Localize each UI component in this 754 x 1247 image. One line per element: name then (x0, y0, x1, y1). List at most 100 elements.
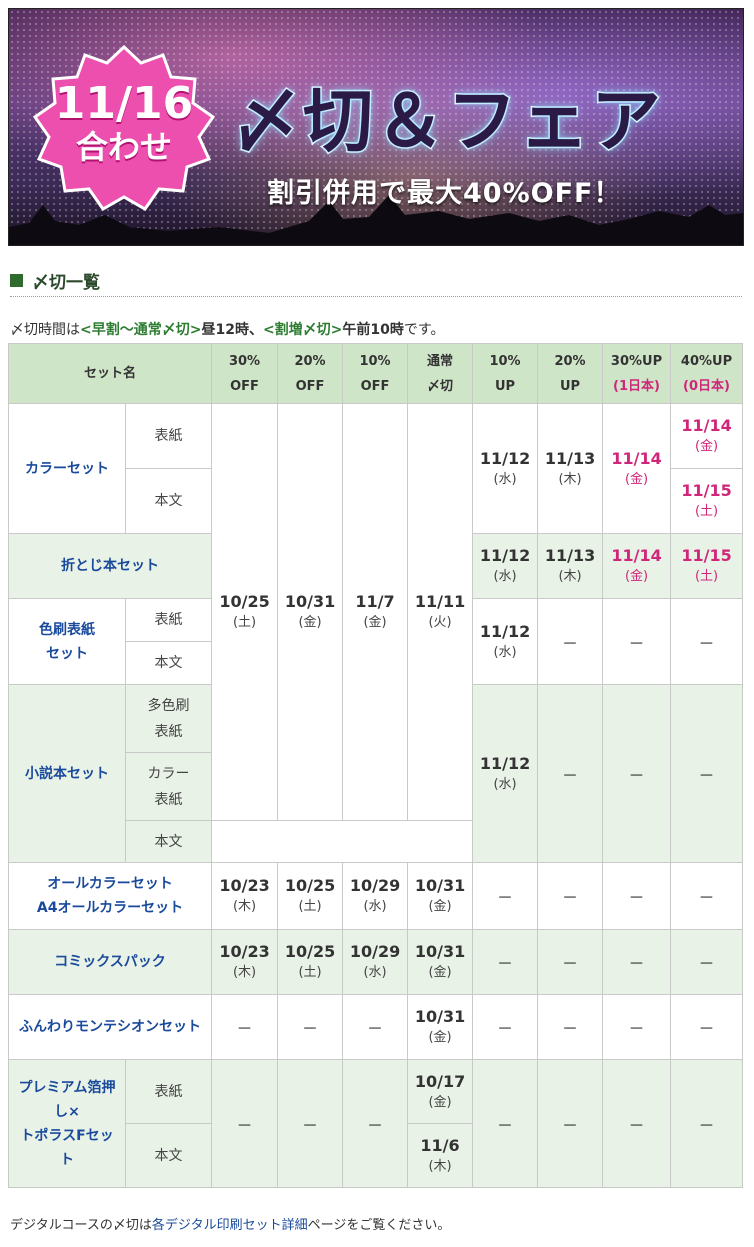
set-name-color: カラーセット (8, 403, 126, 534)
date-cell: 11/14 (金) (602, 403, 672, 534)
note-extra-label: <割増〆切> (262, 322, 343, 338)
date-cell: 11/13 (木) (537, 403, 604, 534)
date-badge: 11/16 合わせ (31, 78, 217, 167)
part-label: 多色刷 表紙 (124, 684, 213, 753)
col-header-20up: 20% UP (537, 343, 604, 404)
dash-cell: － (537, 929, 604, 995)
dash-cell: － (537, 994, 604, 1060)
date-cell: 10/25 (土) (277, 929, 344, 995)
badge-subtext: 合わせ (75, 128, 172, 167)
section-title: 〆切一覧 (32, 273, 100, 293)
note-prefix: 〆切時間は (10, 322, 80, 338)
col-header-normal: 通常 〆切 (407, 343, 474, 404)
shared-20off-cell: 10/31 (金) (277, 403, 344, 821)
fair-banner[interactable]: 11/16 合わせ 〆切＆フェア 割引併用で最大40%OFF！ (8, 8, 744, 246)
dash-cell: － (602, 929, 672, 995)
part-label: 表紙 (124, 403, 213, 469)
date-cell: 10/31 (金) (407, 862, 474, 930)
col-header-30off: 30% OFF (211, 343, 279, 404)
dash-cell: － (537, 1059, 604, 1188)
dash-cell: － (602, 862, 672, 930)
dash-cell: － (670, 862, 744, 930)
badge-date: 11/16 (54, 78, 194, 129)
dash-cell: － (670, 994, 744, 1060)
dash-cell: － (342, 1059, 409, 1188)
section-heading: 〆切一覧 (10, 266, 742, 297)
dash-cell: － (277, 994, 344, 1060)
dash-cell: － (472, 1059, 539, 1188)
banner-subtitle: 割引併用で最大40%OFF！ (267, 178, 622, 209)
date-cell: 11/12 (水) (472, 598, 539, 685)
col-header-10off: 10% OFF (342, 343, 409, 404)
dash-cell: － (602, 598, 672, 685)
dash-cell: － (472, 994, 539, 1060)
col-header-set-name: セット名 (7, 343, 213, 404)
part-label: 表紙 (124, 1059, 213, 1124)
note-early-label: <早割〜通常〆切> (80, 322, 202, 338)
date-cell: 11/6 (木) (407, 1123, 474, 1188)
part-label: 本文 (124, 1123, 213, 1188)
dash-cell: － (537, 598, 604, 685)
dash-cell: － (537, 684, 604, 863)
date-cell: 10/17 (金) (407, 1059, 474, 1124)
note-extra-time: 午前10時 (342, 322, 404, 338)
table-row: カラーセット 表紙 10/25 (土) 10/31 (金) 11/7 (金) 11/1… (8, 403, 744, 821)
dash-cell: － (670, 598, 744, 685)
part-label: 表紙 (124, 598, 213, 642)
date-cell: 10/25 (土) (277, 862, 344, 930)
deadline-time-note: 〆切時間は<早割〜通常〆切>昼12時、<割増〆切>午前10時です。 (10, 319, 445, 339)
dash-cell: － (537, 862, 604, 930)
date-cell: 10/29 (水) (342, 929, 409, 995)
dash-cell: － (277, 1059, 344, 1188)
dash-cell: － (670, 1059, 744, 1188)
shared-10off-cell: 11/7 (金) (342, 403, 409, 821)
col-header-40up: 40%UP (0日本) (670, 343, 744, 404)
deadline-table: セット名 30% OFF 20% OFF 10% OFF 通常 〆切 10% UP 20%… (7, 343, 744, 1188)
shared-30off-cell: 10/25 (土) (211, 403, 279, 821)
part-label: カラー 表紙 (124, 752, 213, 821)
dash-cell: － (602, 684, 672, 863)
set-name-fold: 折とじ本セット (7, 533, 213, 599)
digital-course-note: デジタルコースの〆切は各デジタル印刷セット詳細ページをご覧ください。 (10, 1214, 450, 1233)
col-header-10up: 10% UP (472, 343, 539, 404)
table-row: プレミアム箔押 し× トポラスFセット 表紙 － － － 10/17 (金) － － … (8, 1059, 744, 1188)
date-cell: 11/13 (木) (537, 533, 604, 599)
shared-normal-cell: 11/11 (火) (407, 403, 474, 821)
banner-title: 〆切＆フェア (230, 79, 663, 164)
square-bullet-icon (10, 274, 23, 287)
table-row: オールカラーセット A4オールカラーセット 10/23 (木) 10/25 (土) 1… (7, 862, 744, 930)
set-name-comics: コミックスパック (7, 929, 213, 995)
table-row: ふんわりモンテシオンセット － － － 10/31 (金) － － － － (7, 994, 744, 1060)
date-cell: 11/15 (土) (670, 468, 744, 534)
date-cell: 11/14 (金) (670, 403, 744, 469)
dash-cell: － (472, 862, 539, 930)
date-cell: 10/31 (金) (407, 929, 474, 995)
dash-cell: － (670, 929, 744, 995)
set-name-allcolor: オールカラーセット A4オールカラーセット (7, 862, 213, 930)
part-label: 本文 (124, 641, 213, 685)
set-name-funwari: ふんわりモンテシオンセット (7, 994, 213, 1060)
note-suffix: です。 (403, 322, 445, 338)
dash-cell: － (342, 994, 409, 1060)
dash-cell: － (211, 1059, 279, 1188)
date-cell: 11/12 (水) (472, 684, 539, 863)
foot-suffix: ページをご覧ください。 (307, 1218, 451, 1233)
part-label: 本文 (124, 468, 213, 534)
date-cell: 10/31 (金) (407, 994, 474, 1060)
date-cell: 10/29 (水) (342, 862, 409, 930)
table-header-row: セット名 30% OFF 20% OFF 10% OFF 通常 〆切 10% UP 20%… (7, 343, 744, 404)
date-cell: 10/23 (木) (211, 862, 279, 930)
date-cell: 11/12 (水) (472, 533, 539, 599)
digital-set-detail-link[interactable]: 各デジタル印刷セット詳細 (152, 1218, 308, 1233)
date-cell: 10/23 (木) (211, 929, 279, 995)
dash-cell: － (602, 1059, 672, 1188)
col-header-20off: 20% OFF (277, 343, 344, 404)
table-row: コミックスパック 10/23 (木) 10/25 (土) 10/29 (水) 10/3… (7, 929, 744, 995)
date-cell: 11/14 (金) (602, 533, 672, 599)
part-label: 本文 (124, 820, 213, 863)
dash-cell: － (211, 994, 279, 1060)
date-cell: 11/12 (水) (472, 403, 539, 534)
dash-cell: － (670, 684, 744, 863)
foot-prefix: デジタルコースの〆切は (10, 1218, 152, 1233)
dash-cell: － (472, 929, 539, 995)
